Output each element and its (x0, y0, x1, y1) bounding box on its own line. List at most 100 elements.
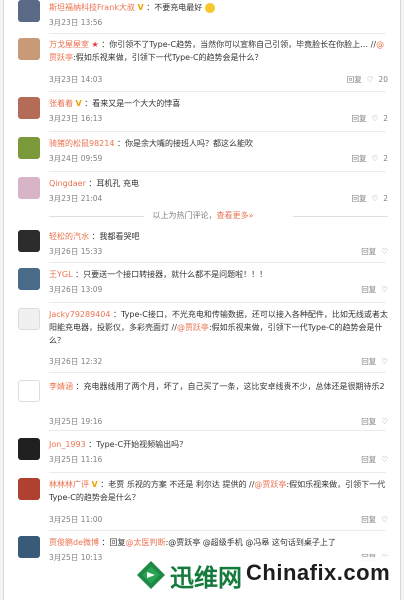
comment-time: 3月23日 21:04 (49, 194, 103, 203)
comment-time: 3月25日 19:16 (49, 417, 103, 426)
comment-item: 张着着 V ：看来又是一个大大的悖喜 3月23日 16:13 回复 ♡ 2 (4, 95, 400, 129)
comment-author[interactable]: 骑猪的松鼠98214 (49, 139, 114, 148)
hot-comments-divider: 以上为热门评论，查看更多» (4, 210, 400, 221)
comment-text: ：耳机孔 充电 (88, 179, 139, 188)
like-count: 2 (383, 194, 388, 203)
comment-time: 3月24日 09:59 (49, 154, 103, 163)
comment-author[interactable]: Jon_1993 (49, 440, 86, 449)
verified-v-icon: V (75, 99, 82, 108)
like-count: 20 (378, 75, 388, 84)
comment-text: ：充电器线用了两个月，坏了，自己买了一条，这比安卓线贵不少，总体还是很期待乐2 (75, 382, 385, 391)
divider (49, 131, 386, 132)
reply-button[interactable]: 回复 (351, 114, 366, 123)
comment-item: 斯坦福纳科技Frank大叔 V ：不要充电最好 3月23日 13:56 (4, 0, 400, 30)
comment-time: 3月23日 16:13 (49, 114, 103, 123)
avatar[interactable] (18, 230, 40, 252)
mention-link[interactable]: @太医判断 (126, 538, 166, 547)
comment-time: 3月25日 10:13 (49, 553, 103, 562)
divider (49, 430, 386, 431)
comment-item: 李婧涵 ：充电器线用了两个月，坏了，自己买了一条，这比安卓线贵不少，总体还是很期… (4, 378, 400, 428)
comment-author[interactable]: 王YGL (49, 270, 73, 279)
like-icon[interactable]: ♡ (381, 247, 388, 256)
comment-time: 3月25日 11:00 (49, 515, 103, 524)
reply-button[interactable]: 回复 (347, 75, 362, 84)
comment-text: ：你是余大嘴的接班人吗？都这么能吹 (117, 139, 253, 148)
divider (49, 302, 386, 303)
comment-text: ：Type-C开始视频输出吗？ (88, 440, 188, 449)
comment-item: 王YGL ：只要送一个接口转接器，就什么都不是问题啦！！！ 3月26日 13:0… (4, 266, 400, 300)
chinafix-logo-icon (137, 561, 165, 589)
comment-text: ：回复 (101, 538, 126, 547)
comment-item: 万戈屋屋室 ★ ：你引领不了Type-C趋势，当然你可以宣称自己引领，毕竟脸长在… (4, 36, 400, 88)
watermark-en-text: Chinafix.com (246, 560, 391, 585)
comment-time: 3月26日 12:32 (49, 357, 103, 366)
comment-author[interactable]: Jacky79289404 (49, 310, 110, 319)
divider (49, 171, 386, 172)
reply-button[interactable]: 回复 (361, 417, 376, 426)
avatar[interactable] (18, 177, 40, 199)
avatar[interactable] (18, 380, 40, 402)
comment-text: ：看来又是一个大大的悖喜 (84, 99, 181, 108)
divider (49, 372, 386, 373)
divider (49, 33, 386, 34)
comment-author[interactable]: 斯坦福纳科技Frank大叔 (49, 3, 135, 12)
comment-author[interactable]: 轻松的汽水 (49, 232, 89, 241)
avatar[interactable] (18, 97, 40, 119)
like-icon[interactable]: ♡ (381, 515, 388, 524)
avatar[interactable] (18, 536, 40, 558)
like-icon[interactable]: ♡ (371, 114, 378, 123)
comment-time: 3月25日 11:16 (49, 455, 103, 464)
reply-button[interactable]: 回复 (361, 455, 376, 464)
divider (49, 472, 386, 473)
like-icon[interactable]: ♡ (371, 194, 378, 203)
like-icon[interactable]: ♡ (381, 455, 388, 464)
comment-author[interactable]: Qingdaer (49, 179, 86, 188)
smiley-emoji-icon (204, 2, 215, 13)
mention-link[interactable]: @贾跃亭 (254, 480, 286, 489)
avatar[interactable] (18, 0, 40, 22)
comment-text: ：老贾 乐视的方案 不还是 利尔达 提供的 // (100, 480, 255, 489)
divider (49, 530, 386, 531)
verified-v-icon: V (137, 3, 144, 12)
comment-text: ：你引领不了Type-C趋势，当然你可以宣称自己引领，毕竟脸长在你脸上… (101, 40, 369, 49)
comment-author[interactable]: 张着着 (49, 99, 73, 108)
reply-button[interactable]: 回复 (351, 154, 366, 163)
reply-button[interactable]: 回复 (361, 357, 376, 366)
comment-item: 轻松的汽水 ：我都看哭吧 3月26日 15:33 回复 ♡ (4, 228, 400, 262)
star-badge-icon: ★ (91, 40, 99, 49)
avatar[interactable] (18, 38, 40, 60)
avatar[interactable] (18, 308, 40, 330)
like-icon[interactable]: ♡ (367, 75, 374, 84)
mention-link[interactable]: @贾跃亭 (177, 323, 209, 332)
comment-time: 3月26日 15:33 (49, 247, 103, 256)
comment-author[interactable]: 林林林广评 (49, 480, 89, 489)
hot-divider-text: 以上为热门评论， (152, 211, 217, 220)
avatar[interactable] (18, 137, 40, 159)
comment-author[interactable]: 万戈屋屋室 (49, 40, 89, 49)
avatar[interactable] (18, 268, 40, 290)
verified-v-icon: V (91, 480, 98, 489)
avatar[interactable] (18, 438, 40, 460)
comment-text: ：不要充电最好 (146, 3, 203, 12)
reply-button[interactable]: 回复 (361, 247, 376, 256)
comment-author[interactable]: 李婧涵 (49, 382, 73, 391)
like-icon[interactable]: ♡ (381, 285, 388, 294)
like-icon[interactable]: ♡ (381, 417, 388, 426)
like-count: 2 (383, 154, 388, 163)
like-icon[interactable]: ♡ (371, 154, 378, 163)
comment-time: 3月23日 14:03 (49, 75, 103, 84)
comment-time: 3月23日 13:56 (49, 18, 103, 27)
avatar[interactable] (18, 478, 40, 500)
divider (49, 262, 386, 263)
reply-button[interactable]: 回复 (361, 285, 376, 294)
like-icon[interactable]: ♡ (381, 357, 388, 366)
comment-item: Jacky79289404 ：Type-C接口，不光充电和传输数据，还可以接入各… (4, 306, 400, 370)
reply-button[interactable]: 回复 (361, 515, 376, 524)
divider (49, 91, 386, 92)
comment-item: Jon_1993 ：Type-C开始视频输出吗？ 3月25日 11:16 回复 ♡ (4, 436, 400, 470)
comment-author[interactable]: 贾俊鹏de微博 (49, 538, 99, 547)
see-more-link[interactable]: 查看更多» (217, 211, 254, 220)
comment-time: 3月26日 13:09 (49, 285, 103, 294)
like-count: 2 (383, 114, 388, 123)
reply-button[interactable]: 回复 (351, 194, 366, 203)
